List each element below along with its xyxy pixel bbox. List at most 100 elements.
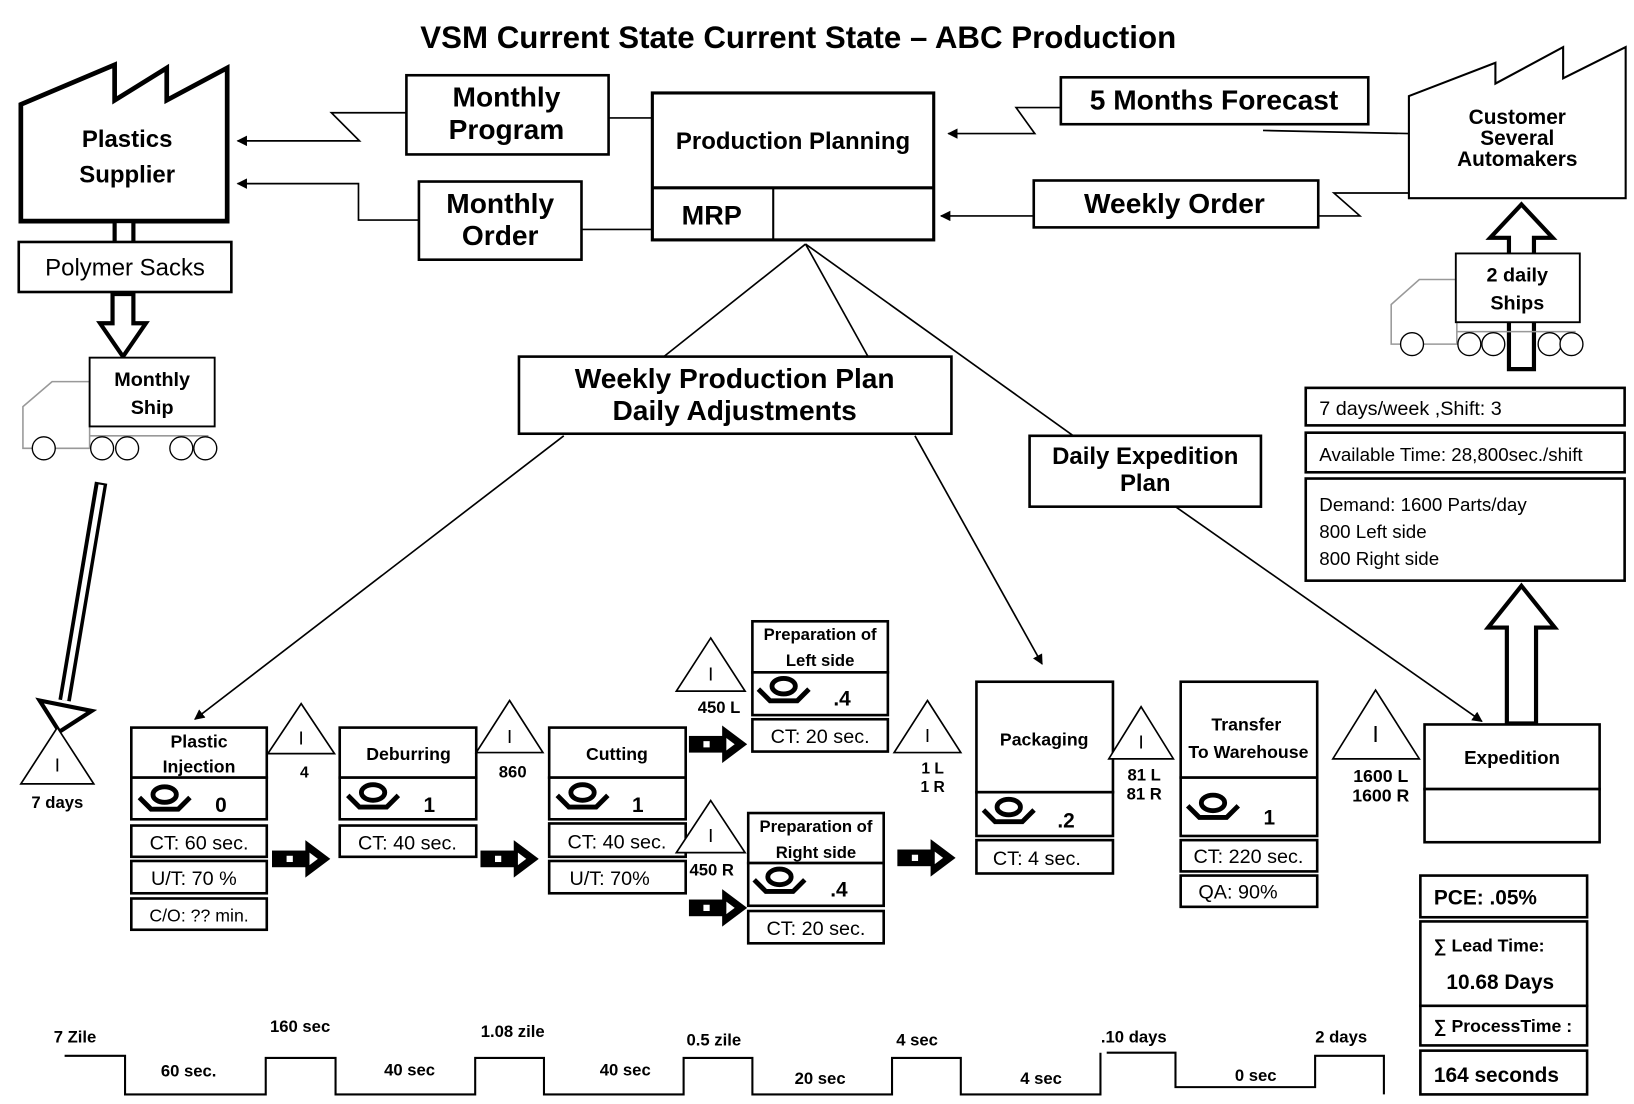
weekly-production-plan-box: Weekly Production Plan Daily Adjustments	[517, 355, 953, 436]
svg-text:Customer: Customer	[1469, 106, 1566, 129]
svg-text:Transfer: Transfer	[1211, 715, 1281, 735]
svg-text:Daily Adjustments: Daily Adjustments	[613, 395, 857, 426]
process-cutting: Cutting 1 CT: 40 sec. U/T: 70%	[547, 726, 687, 895]
svg-text:81 R: 81 R	[1127, 784, 1162, 803]
svg-text:I: I	[55, 754, 60, 775]
svg-text:7 days/week ,Shift: 3: 7 days/week ,Shift: 3	[1319, 398, 1502, 420]
svg-text:1: 1	[632, 794, 644, 817]
svg-text:40 sec: 40 sec	[384, 1061, 435, 1080]
svg-text:1.08 zile: 1.08 zile	[481, 1022, 545, 1041]
inventory-after-packaging: I 81 L 81 R	[1107, 705, 1175, 803]
svg-text:Plastic: Plastic	[171, 731, 228, 751]
svg-text:.10 days: .10 days	[1101, 1027, 1167, 1046]
push-to-inventory-arrow-icon	[35, 481, 108, 735]
svg-text:.2: .2	[1057, 810, 1074, 833]
svg-text:20 sec: 20 sec	[795, 1069, 846, 1088]
svg-text:I: I	[1138, 731, 1143, 752]
supplier-truck-icon: Monthly Ship	[22, 356, 218, 461]
customer-data-box: 7 days/week ,Shift: 3 Available Time: 28…	[1304, 386, 1626, 582]
svg-text:800 Left side: 800 Left side	[1319, 521, 1426, 542]
svg-text:Preparation of: Preparation of	[759, 817, 872, 836]
push-arrow-icon	[271, 840, 331, 878]
push-arrow-icon	[897, 839, 956, 877]
svg-text:I: I	[708, 825, 713, 846]
svg-text:.4: .4	[833, 688, 851, 711]
svg-text:U/T: 70 %: U/T: 70 %	[151, 868, 237, 890]
process-preparation-right: Preparation of Right side .4 CT: 20 sec.	[746, 811, 885, 945]
svg-text:Ships: Ships	[1490, 293, 1544, 315]
svg-text:∑ Lead Time:: ∑ Lead Time:	[1434, 936, 1545, 956]
svg-text:Several: Several	[1480, 127, 1554, 150]
svg-text:Monthly: Monthly	[114, 369, 190, 391]
svg-text:Available Time: 28,800sec./shi: Available Time: 28,800sec./shift	[1319, 444, 1583, 465]
svg-text:81 L: 81 L	[1128, 766, 1161, 785]
process-transfer-to-warehouse: Transfer To Warehouse 1 CT: 220 sec. QA:…	[1179, 680, 1319, 909]
svg-text:CT: 4 sec.: CT: 4 sec.	[993, 848, 1081, 870]
svg-text:PCE: .05%: PCE: .05%	[1434, 887, 1537, 910]
svg-text:450 R: 450 R	[690, 861, 734, 880]
svg-text:QA: 90%: QA: 90%	[1198, 881, 1277, 903]
svg-text:0.5 zile: 0.5 zile	[687, 1030, 742, 1049]
svg-text:Order: Order	[462, 220, 539, 251]
svg-text:450 L: 450 L	[698, 698, 741, 717]
svg-text:Supplier: Supplier	[79, 162, 175, 189]
svg-text:Monthly: Monthly	[453, 82, 561, 113]
svg-text:Program: Program	[449, 114, 565, 145]
process-plastic-injection: Plastic Injection 0 CT: 60 sec. U/T: 70 …	[130, 726, 269, 932]
process-preparation-left: Preparation of Left side .4 CT: 20 sec.	[751, 619, 890, 753]
inventory-before-left: I 450 L	[674, 636, 747, 717]
weekly-order-box: Weekly Order	[1032, 179, 1320, 229]
inventory-before-packaging: I 1 L 1 R	[892, 698, 963, 796]
svg-text:CT: 220 sec.: CT: 220 sec.	[1193, 846, 1303, 868]
process-expedition: Expedition	[1423, 723, 1601, 844]
svg-text:Production Planning: Production Planning	[676, 128, 910, 155]
svg-text:CT: 60 sec.: CT: 60 sec.	[150, 833, 249, 855]
svg-text:1: 1	[1263, 807, 1275, 830]
svg-text:∑ ProcessTime :: ∑ ProcessTime :	[1434, 1016, 1572, 1036]
svg-text:CT: 20 sec.: CT: 20 sec.	[771, 726, 870, 748]
svg-text:Polymer Sacks: Polymer Sacks	[45, 254, 205, 281]
svg-text:160 sec: 160 sec	[270, 1017, 330, 1036]
svg-text:2 daily: 2 daily	[1486, 265, 1548, 287]
inventory-after-deburring: I 860	[474, 698, 545, 782]
svg-text:4 sec: 4 sec	[1020, 1069, 1062, 1088]
svg-text:Monthly: Monthly	[446, 188, 554, 219]
monthly-program-box: Monthly Program	[405, 73, 610, 156]
svg-text:U/T: 70%: U/T: 70%	[569, 868, 649, 890]
material-box: Polymer Sacks	[17, 240, 233, 294]
svg-text:I: I	[708, 664, 713, 685]
svg-text:Plastics: Plastics	[82, 126, 173, 153]
svg-text:CT: 20 sec.: CT: 20 sec.	[766, 918, 865, 940]
svg-text:800 Right side: 800 Right side	[1319, 548, 1439, 569]
daily-expedition-plan-box: Daily Expedition Plan	[1028, 434, 1263, 508]
shipment-arrow-icon	[96, 291, 150, 361]
svg-text:1 L: 1 L	[921, 760, 944, 777]
page-title: VSM Current State Current State – ABC Pr…	[420, 20, 1176, 55]
svg-text:2 days: 2 days	[1315, 1027, 1367, 1046]
svg-text:I: I	[1372, 721, 1378, 747]
svg-text:10.68 Days: 10.68 Days	[1446, 971, 1554, 994]
svg-text:40 sec: 40 sec	[600, 1061, 651, 1080]
inventory-before-expedition: I 1600 L 1600 R	[1331, 688, 1421, 806]
push-arrow-icon	[688, 889, 748, 927]
svg-text:Automakers: Automakers	[1457, 148, 1577, 171]
svg-text:60 sec.: 60 sec.	[161, 1062, 217, 1081]
svg-text:Demand: 1600 Parts/day: Demand: 1600 Parts/day	[1319, 494, 1527, 515]
process-deburring: Deburring 1 CT: 40 sec.	[338, 726, 478, 859]
svg-text:4: 4	[300, 765, 309, 782]
svg-text:CT: 40 sec.: CT: 40 sec.	[567, 831, 666, 853]
svg-text:7 Zile: 7 Zile	[54, 1027, 97, 1046]
svg-text:0: 0	[215, 794, 227, 817]
svg-text:Left side: Left side	[786, 651, 855, 670]
svg-text:Ship: Ship	[131, 397, 174, 419]
svg-text:I: I	[299, 727, 304, 748]
inventory-raw: I 7 days	[19, 726, 96, 812]
svg-text:I: I	[925, 725, 930, 746]
svg-text:MRP: MRP	[682, 199, 742, 230]
shipment-arrow-icon	[1483, 582, 1560, 726]
svg-text:1 R: 1 R	[921, 779, 945, 796]
svg-text:5 Months Forecast: 5 Months Forecast	[1090, 85, 1339, 116]
svg-text:C/O: ?? min.: C/O: ?? min.	[149, 905, 248, 925]
svg-text:CT: 40 sec.: CT: 40 sec.	[358, 833, 457, 855]
monthly-order-box: Monthly Order	[417, 180, 583, 261]
